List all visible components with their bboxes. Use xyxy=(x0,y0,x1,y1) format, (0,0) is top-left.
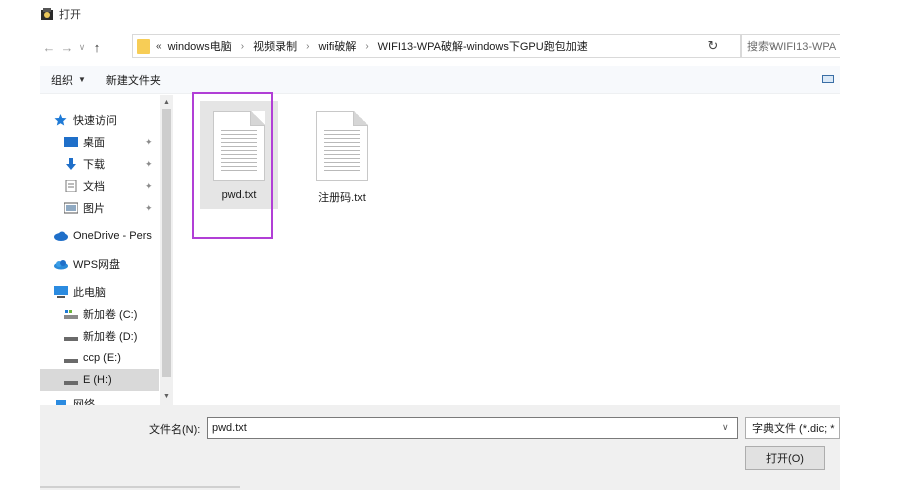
new-folder-button[interactable]: 新建文件夹 xyxy=(106,72,161,88)
breadcrumb-item[interactable]: WIFI13-WPA破解-windows下GPU跑包加速 xyxy=(378,38,588,54)
desktop-icon xyxy=(64,136,78,148)
sidebar-item-drive-h[interactable]: E (H:) xyxy=(40,369,159,391)
sidebar-item-label: 网络 xyxy=(73,399,95,405)
file-name: 注册码.txt xyxy=(318,192,366,204)
sidebar-item-wps-cloud[interactable]: WPS网盘 xyxy=(40,253,160,275)
sidebar-item-label: ccp (E:) xyxy=(83,352,121,364)
sidebar-item-label: OneDrive - Pers xyxy=(73,230,152,242)
organize-button[interactable]: 组织 ▼ xyxy=(51,72,86,88)
breadcrumb-item[interactable]: windows电脑 xyxy=(168,38,232,54)
title-bar: 打开 xyxy=(40,4,81,24)
sidebar-item-label: 此电脑 xyxy=(73,287,106,299)
file-list: pwd.txt 注册码.txt xyxy=(173,95,840,405)
chevron-right-icon[interactable]: › xyxy=(241,41,244,52)
pin-icon[interactable]: ✦ xyxy=(145,137,153,148)
navigation-pane: 快速访问 桌面 ✦ 下载 ✦ 文档 ✦ 图片 ✦ OneDrive - Pers xyxy=(40,95,173,405)
sidebar-item-quick-access[interactable]: 快速访问 xyxy=(40,109,160,131)
breadcrumb-overflow[interactable]: « xyxy=(156,41,162,52)
chevron-right-icon[interactable]: › xyxy=(365,41,368,52)
search-input[interactable]: 搜索"WIFI13-WPA xyxy=(740,34,840,58)
breadcrumb-item[interactable]: wifi破解 xyxy=(318,38,356,54)
sidebar-item-network[interactable]: 网络 xyxy=(40,393,160,405)
filename-panel: 文件名(N): pwd.txt ∨ 字典文件 (*.dic; * 打开(O) xyxy=(40,405,840,490)
folder-icon xyxy=(137,38,150,54)
sidebar-item-pictures[interactable]: 图片 ✦ xyxy=(40,197,160,219)
caret-down-icon: ▼ xyxy=(78,75,86,84)
computer-icon xyxy=(54,286,68,298)
sidebar-item-label: 新加卷 (C:) xyxy=(83,309,138,321)
pin-icon[interactable]: ✦ xyxy=(145,181,153,192)
sidebar-item-drive-d[interactable]: 新加卷 (D:) xyxy=(40,325,160,347)
open-button[interactable]: 打开(O) xyxy=(745,446,825,470)
toolbar: 组织 ▼ 新建文件夹 xyxy=(40,66,840,94)
divider xyxy=(40,486,240,488)
star-icon xyxy=(54,114,68,126)
drive-icon xyxy=(64,374,78,386)
scroll-down-icon[interactable]: ▼ xyxy=(160,390,173,402)
pin-icon[interactable]: ✦ xyxy=(145,159,153,170)
highlight-box-file xyxy=(192,92,273,239)
sidebar-item-this-pc[interactable]: 此电脑 xyxy=(40,281,160,303)
filename-label: 文件名(N): xyxy=(149,424,201,436)
open-file-dialog: 打开 ← → ∨ ↑ « windows电脑 › 视频录制 › wifi破解 ›… xyxy=(0,0,840,490)
up-arrow-icon[interactable]: ↑ xyxy=(88,36,106,58)
sidebar-item-label: WPS网盘 xyxy=(73,259,121,271)
drive-icon xyxy=(64,352,78,364)
refresh-icon[interactable]: ↻ xyxy=(700,34,726,58)
back-arrow-icon[interactable]: ← xyxy=(40,36,58,58)
sidebar-item-label: 图片 xyxy=(83,203,105,215)
address-bar[interactable]: « windows电脑 › 视频录制 › wifi破解 › WIFI13-WPA… xyxy=(132,34,775,58)
forward-arrow-icon[interactable]: → xyxy=(58,36,76,58)
sidebar-item-label: 新加卷 (D:) xyxy=(83,331,138,343)
chevron-down-icon[interactable]: ∨ xyxy=(722,422,729,433)
chevron-down-icon[interactable]: ∨ xyxy=(76,36,88,58)
view-options-icon[interactable] xyxy=(822,75,834,83)
pin-icon[interactable]: ✦ xyxy=(145,203,153,214)
filename-input[interactable]: pwd.txt xyxy=(207,417,738,439)
sidebar-item-label: 文档 xyxy=(83,181,105,193)
network-icon xyxy=(54,398,68,405)
sidebar-item-drive-c[interactable]: 新加卷 (C:) xyxy=(40,303,160,325)
file-type-select[interactable]: 字典文件 (*.dic; * xyxy=(745,417,840,439)
sidebar-item-downloads[interactable]: 下载 ✦ xyxy=(40,153,160,175)
wps-cloud-icon xyxy=(54,258,68,270)
chevron-right-icon[interactable]: › xyxy=(306,41,309,52)
sidebar-item-onedrive[interactable]: OneDrive - Pers xyxy=(40,225,160,247)
download-icon xyxy=(64,158,78,170)
scroll-up-icon[interactable]: ▲ xyxy=(160,96,173,108)
sidebar-item-label: 下载 xyxy=(83,159,105,171)
sidebar-item-label: 快速访问 xyxy=(73,115,117,127)
scrollbar-thumb[interactable] xyxy=(162,109,171,377)
window-title: 打开 xyxy=(59,9,81,21)
drive-icon xyxy=(64,308,78,320)
sidebar-scrollbar[interactable]: ▲ ▼ xyxy=(160,95,173,405)
app-icon xyxy=(40,7,54,21)
text-file-icon xyxy=(316,111,368,181)
file-item-registration[interactable]: 注册码.txt xyxy=(303,101,381,209)
cloud-icon xyxy=(54,230,68,242)
sidebar-item-desktop[interactable]: 桌面 ✦ xyxy=(40,131,160,153)
sidebar-item-label: E (H:) xyxy=(83,374,112,386)
address-row: ← → ∨ ↑ « windows电脑 › 视频录制 › wifi破解 › WI… xyxy=(40,34,840,60)
sidebar-item-drive-e[interactable]: ccp (E:) xyxy=(40,347,160,369)
drive-icon xyxy=(64,330,78,342)
breadcrumb-item[interactable]: 视频录制 xyxy=(253,38,297,54)
picture-icon xyxy=(63,202,79,214)
document-icon xyxy=(64,179,78,193)
sidebar-item-documents[interactable]: 文档 ✦ xyxy=(40,175,160,197)
organize-label: 组织 xyxy=(51,74,73,87)
sidebar-item-label: 桌面 xyxy=(83,137,105,149)
